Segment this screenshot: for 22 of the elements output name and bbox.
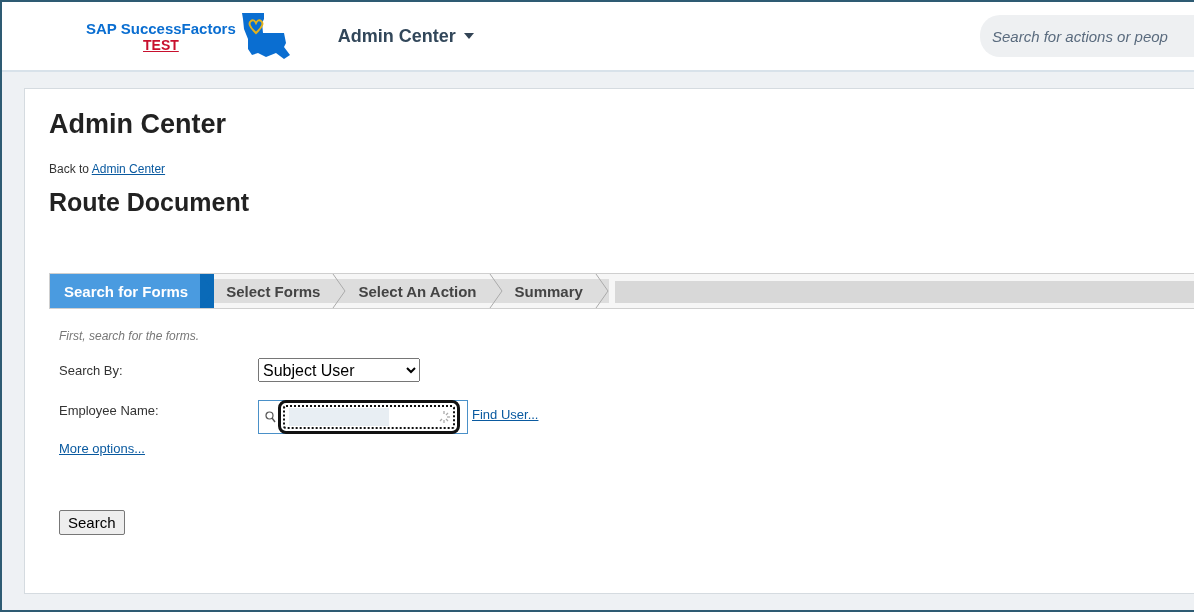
back-text: Back to <box>49 162 90 176</box>
step-tab[interactable]: Select An Action <box>346 274 503 308</box>
more-options-link[interactable]: More options... <box>59 441 145 456</box>
global-search-field[interactable]: Search for actions or peop <box>980 15 1194 57</box>
admin-center-link[interactable]: Admin Center <box>91 162 166 176</box>
find-user-link[interactable]: Find User... <box>472 406 539 422</box>
environment-label: TEST <box>143 36 179 53</box>
step-tab[interactable]: Select Forms <box>214 274 347 308</box>
page-title: Admin Center <box>49 109 228 140</box>
search-icon <box>265 411 276 423</box>
step-tab[interactable]: Summary <box>502 274 609 308</box>
brand-name: SAP SuccessFactors <box>86 19 236 37</box>
admin-center-menu[interactable]: Admin Center <box>337 25 474 47</box>
state-map-heart-icon <box>239 11 292 61</box>
loading-spinner-icon <box>437 410 451 424</box>
employee-name-label: Employee Name: <box>59 402 160 418</box>
caret-icon <box>463 33 474 39</box>
page-subtitle: Route Document <box>49 188 250 217</box>
search-by-select[interactable]: Subject User <box>258 358 420 382</box>
hint-text: First, search for the forms. <box>59 329 201 343</box>
search-by-label: Search By: <box>59 362 124 378</box>
search-button[interactable]: Search <box>59 510 125 535</box>
